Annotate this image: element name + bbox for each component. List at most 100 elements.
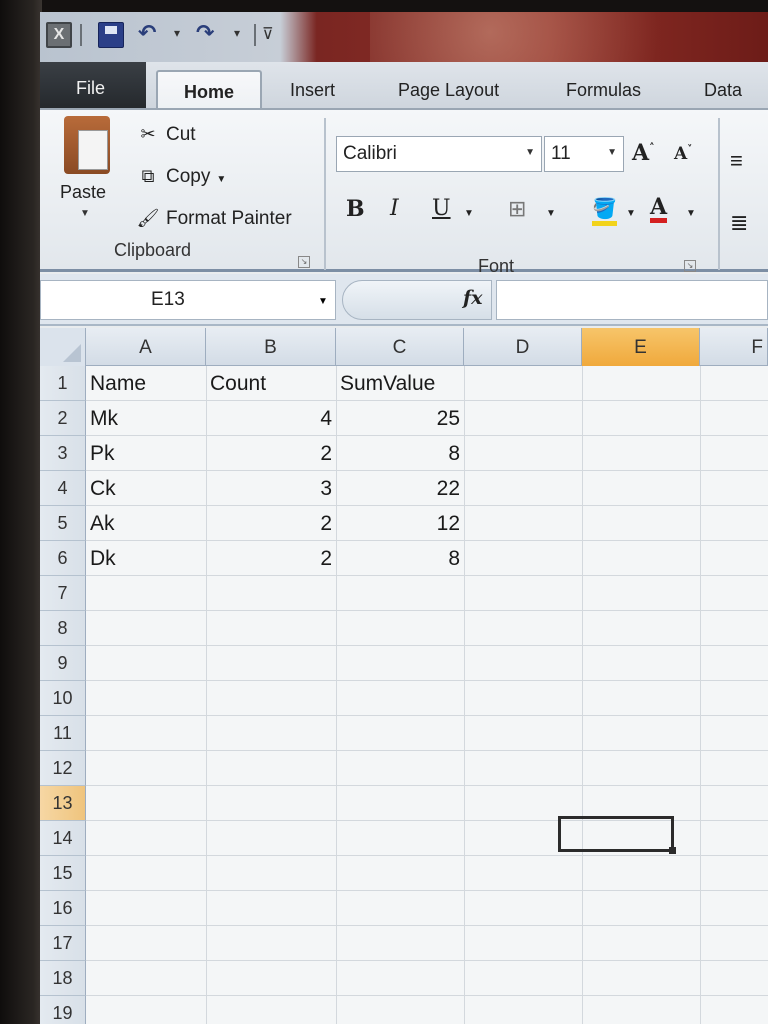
fill-color-icon[interactable]: 🪣: [592, 196, 617, 226]
tab-insert[interactable]: Insert: [290, 70, 335, 108]
copy-dropdown-icon[interactable]: ▼: [216, 174, 226, 185]
row-header-11[interactable]: 11: [40, 716, 86, 751]
worksheet-grid[interactable]: A B C D E F 1 2 3 4 5 6 7 8 9 10 11 12 13 14 15 16 17 18 1…: [40, 328, 768, 1024]
row-header-7[interactable]: 7: [40, 576, 86, 611]
cell-c5[interactable]: 12: [336, 506, 464, 541]
font-name-dropdown-icon[interactable]: ▼: [525, 147, 535, 158]
cell-c6[interactable]: 8: [336, 541, 464, 576]
save-icon[interactable]: [98, 22, 124, 48]
fill-color-dropdown-icon[interactable]: ▼: [626, 208, 636, 219]
column-header-c[interactable]: C: [336, 328, 464, 366]
insert-function-icon[interactable]: fx: [463, 287, 483, 309]
name-box[interactable]: E13: [40, 280, 336, 320]
row-header-17[interactable]: 17: [40, 926, 86, 961]
copy-button[interactable]: ⧉ Copy ▼: [136, 166, 227, 188]
font-color-icon: A: [650, 194, 668, 220]
paste-dropdown-icon[interactable]: ▼: [80, 208, 90, 219]
cell-b4[interactable]: 3: [206, 471, 336, 506]
cell-c3[interactable]: 8: [336, 436, 464, 471]
row-header-5[interactable]: 5: [40, 506, 86, 541]
undo-icon[interactable]: ↶: [138, 20, 156, 46]
row-header-15[interactable]: 15: [40, 856, 86, 891]
monitor-bezel-left: [0, 0, 42, 1024]
column-header-e[interactable]: E: [582, 328, 700, 366]
italic-button[interactable]: I: [390, 196, 399, 221]
borders-icon[interactable]: ⊞: [508, 196, 526, 222]
cell-c2[interactable]: 25: [336, 401, 464, 436]
cell-b1[interactable]: Count: [206, 366, 336, 401]
redo-dropdown-icon[interactable]: ▾: [234, 26, 240, 40]
row-header-6[interactable]: 6: [40, 541, 86, 576]
column-header-b[interactable]: B: [206, 328, 336, 366]
cell-a5[interactable]: Ak: [86, 506, 206, 541]
row-header-12[interactable]: 12: [40, 751, 86, 786]
cut-button[interactable]: ✂ Cut: [136, 124, 196, 146]
font-color-dropdown-icon[interactable]: ▼: [686, 208, 696, 219]
tab-file[interactable]: File: [40, 62, 146, 108]
cell-c1[interactable]: SumValue: [336, 366, 464, 401]
underline-button[interactable]: U: [432, 196, 451, 221]
grow-font-button[interactable]: A˄: [632, 140, 655, 166]
tab-home[interactable]: Home: [156, 70, 262, 108]
column-header-d[interactable]: D: [464, 328, 582, 366]
row-header-4[interactable]: 4: [40, 471, 86, 506]
cell-b2[interactable]: 4: [206, 401, 336, 436]
row-header-2[interactable]: 2: [40, 401, 86, 436]
excel-icon[interactable]: X: [46, 22, 72, 48]
cell-a2[interactable]: Mk: [86, 401, 206, 436]
align-top-icon[interactable]: ≡: [730, 148, 743, 174]
row-header-8[interactable]: 8: [40, 611, 86, 646]
row-header-19[interactable]: 19: [40, 996, 86, 1024]
shrink-font-button[interactable]: A˅: [674, 144, 692, 164]
column-header-a[interactable]: A: [86, 328, 206, 366]
row-header-16[interactable]: 16: [40, 891, 86, 926]
font-name-select[interactable]: Calibri ▼: [336, 136, 542, 172]
paste-icon[interactable]: [64, 116, 110, 174]
borders-dropdown-icon[interactable]: ▼: [546, 208, 556, 219]
select-all-button[interactable]: [40, 328, 86, 366]
format-painter-button[interactable]: 🖌 Format Painter: [136, 208, 292, 230]
font-color-button[interactable]: A: [650, 194, 668, 223]
row-header-13[interactable]: 13: [40, 786, 86, 821]
row-header-14[interactable]: 14: [40, 821, 86, 856]
cell-a4[interactable]: Ck: [86, 471, 206, 506]
cell-c4[interactable]: 22: [336, 471, 464, 506]
cell-a3[interactable]: Pk: [86, 436, 206, 471]
paste-button[interactable]: Paste: [60, 182, 106, 203]
tab-page-layout[interactable]: Page Layout: [398, 70, 499, 108]
cell-a1[interactable]: Name: [86, 366, 206, 401]
cell-b6[interactable]: 2: [206, 541, 336, 576]
gridline: [86, 995, 768, 996]
bold-button[interactable]: B: [346, 196, 365, 222]
font-size-select[interactable]: 11 ▼: [544, 136, 624, 172]
tab-data[interactable]: Data: [704, 70, 742, 108]
row-header-18[interactable]: 18: [40, 961, 86, 996]
font-name-value: Calibri: [343, 143, 397, 164]
font-size-dropdown-icon[interactable]: ▼: [607, 147, 617, 158]
active-cell-e13[interactable]: [558, 816, 676, 854]
row-header-10[interactable]: 10: [40, 681, 86, 716]
group-separator: [324, 118, 326, 270]
row-header-9[interactable]: 9: [40, 646, 86, 681]
gridline: [86, 785, 768, 786]
underline-dropdown-icon[interactable]: ▼: [464, 208, 474, 219]
cell-b3[interactable]: 2: [206, 436, 336, 471]
name-box-dropdown-icon[interactable]: ▼: [318, 296, 328, 307]
copy-icon: ⧉: [141, 166, 155, 186]
row-header-3[interactable]: 3: [40, 436, 86, 471]
font-dialog-launcher-icon[interactable]: ↘: [684, 260, 696, 272]
cell-a6[interactable]: Dk: [86, 541, 206, 576]
paintbrush-icon: 🖌: [136, 208, 160, 228]
customize-qat-icon[interactable]: ⊽: [262, 24, 274, 44]
cut-label: Cut: [166, 124, 196, 145]
undo-dropdown-icon[interactable]: ▾: [174, 26, 180, 40]
column-header-f[interactable]: F: [700, 328, 768, 366]
redo-icon[interactable]: ↷: [196, 20, 214, 46]
formula-bar: E13 ▼ fx: [40, 274, 768, 326]
clipboard-dialog-launcher-icon[interactable]: ↘: [298, 256, 310, 268]
align-left-icon[interactable]: ≣: [730, 210, 748, 236]
tab-formulas[interactable]: Formulas: [566, 70, 641, 108]
row-header-1[interactable]: 1: [40, 366, 86, 401]
formula-input[interactable]: [496, 280, 768, 320]
cell-b5[interactable]: 2: [206, 506, 336, 541]
